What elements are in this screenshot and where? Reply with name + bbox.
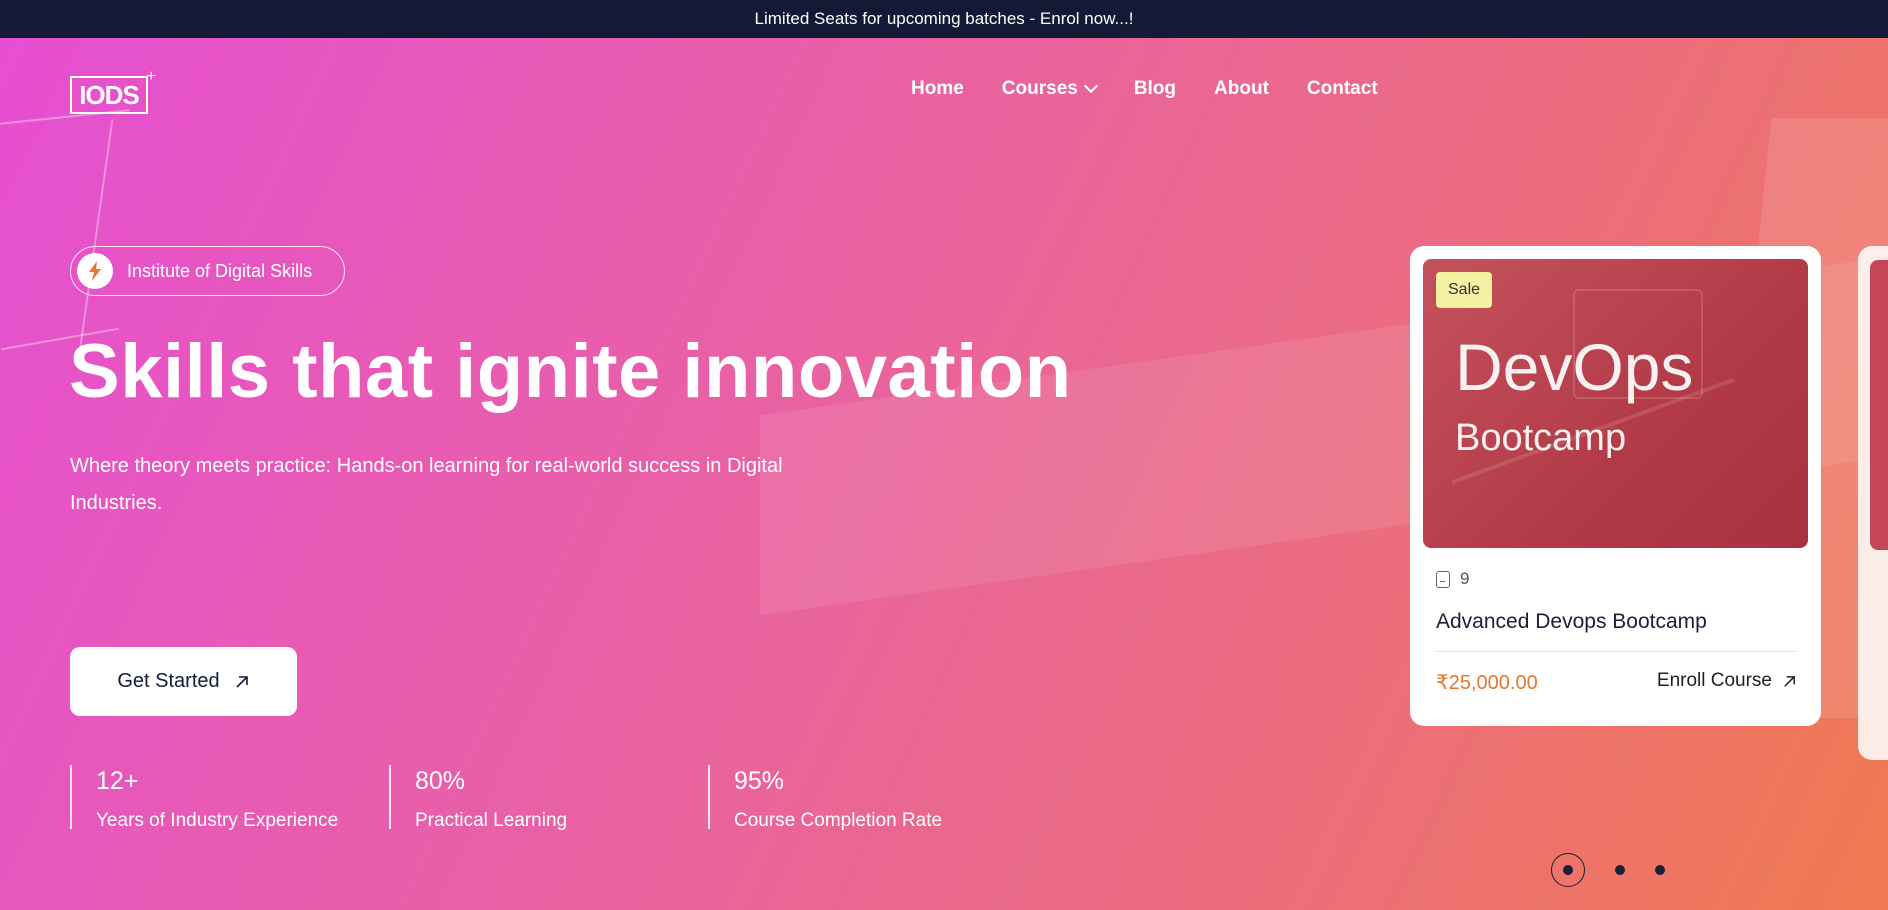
- card-divider: [1436, 651, 1796, 652]
- nav-home[interactable]: Home: [911, 78, 964, 100]
- course-image[interactable]: Sale DevOps Bootcamp: [1423, 259, 1808, 548]
- course-title[interactable]: Advanced Devops Bootcamp: [1436, 610, 1707, 634]
- next-course-card[interactable]: [1858, 246, 1888, 760]
- site-logo[interactable]: IODS +: [70, 68, 156, 116]
- carousel-dot[interactable]: [1615, 865, 1625, 875]
- arrow-up-right-icon: [236, 675, 248, 688]
- stat-label: Years of Industry Experience: [96, 810, 339, 831]
- hero-section: IODS + Home Courses Blog About Contact I…: [0, 38, 1888, 910]
- stats-row: 12+ Years of Industry Experience 80% Pra…: [70, 765, 1027, 831]
- institute-badge-label: Institute of Digital Skills: [127, 260, 313, 281]
- enroll-course-link[interactable]: Enroll Course: [1657, 670, 1797, 692]
- lessons-icon: [1436, 570, 1450, 588]
- nav-blog[interactable]: Blog: [1134, 78, 1176, 100]
- get-started-label: Get Started: [117, 670, 220, 692]
- carousel-dot: [1563, 865, 1573, 875]
- lightning-icon: [77, 253, 113, 289]
- announcement-bar: Limited Seats for upcoming batches - Enr…: [0, 0, 1888, 38]
- stat-item: 95% Course Completion Rate: [708, 765, 1027, 831]
- next-course-image: [1870, 260, 1888, 550]
- nav-about[interactable]: About: [1214, 78, 1269, 100]
- enroll-course-label: Enroll Course: [1656, 670, 1772, 691]
- stat-item: 80% Practical Learning: [389, 765, 708, 831]
- stat-item: 12+ Years of Industry Experience: [70, 765, 389, 831]
- announcement-text: Limited Seats for upcoming batches - Enr…: [754, 9, 1134, 28]
- logo-text: IODS: [70, 76, 148, 114]
- sale-badge: Sale: [1436, 272, 1493, 308]
- arrow-up-right-icon: [1784, 675, 1795, 687]
- hero-headline: Skills that ignite innovation: [69, 329, 1072, 414]
- lesson-count: 9: [1436, 569, 1469, 589]
- main-nav: Home Courses Blog About Contact: [911, 78, 1378, 100]
- logo-plus-icon: +: [146, 68, 156, 85]
- stat-value: 80%: [415, 767, 466, 795]
- nav-courses-label: Courses: [1001, 78, 1078, 99]
- stat-label: Course Completion Rate: [734, 810, 943, 831]
- chevron-down-icon: [1083, 78, 1098, 94]
- stat-value: 12+: [96, 767, 139, 795]
- stat-value: 95%: [734, 767, 785, 795]
- course-card[interactable]: Sale DevOps Bootcamp 9 Advanced Devops B…: [1410, 246, 1821, 726]
- nav-contact[interactable]: Contact: [1307, 78, 1378, 100]
- course-image-subtitle: Bootcamp: [1455, 417, 1627, 459]
- nav-courses[interactable]: Courses: [1001, 78, 1098, 100]
- stat-label: Practical Learning: [415, 810, 568, 831]
- institute-badge: Institute of Digital Skills: [70, 246, 345, 296]
- course-price: ₹25,000.00: [1436, 672, 1538, 694]
- carousel-dot-active[interactable]: [1551, 853, 1585, 887]
- lesson-count-value: 9: [1460, 569, 1470, 588]
- hero-subtitle: Where theory meets practice: Hands-on le…: [70, 455, 783, 514]
- carousel-pagination: [1551, 853, 1665, 887]
- course-image-title: DevOps: [1455, 330, 1694, 404]
- get-started-button[interactable]: Get Started: [70, 647, 297, 716]
- carousel-dot[interactable]: [1655, 865, 1665, 875]
